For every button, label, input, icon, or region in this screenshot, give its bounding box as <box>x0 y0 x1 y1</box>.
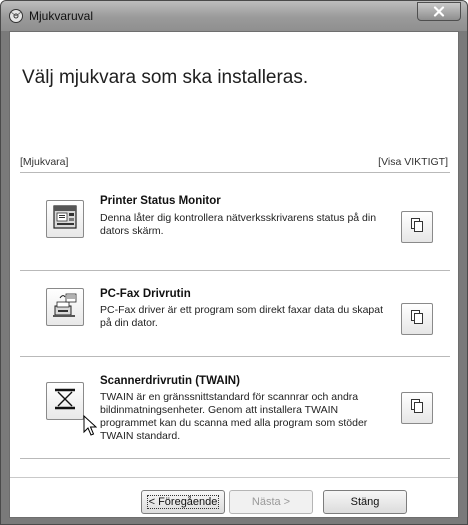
software-disc-icon <box>8 8 24 24</box>
next-button-label: Nästa > <box>251 496 291 508</box>
scanner-driver-title: Scannerdrivrutin (TWAIN) <box>100 375 240 387</box>
page-heading: Välj mjukvara som ska installeras. <box>22 67 309 88</box>
install-scanner-driver-button[interactable] <box>46 382 84 420</box>
back-button-label: < Föregående <box>146 495 220 509</box>
install-printer-status-monitor-button[interactable] <box>46 200 84 238</box>
mouse-pointer-icon <box>83 414 98 437</box>
software-label: [Mjukvara] <box>20 156 69 168</box>
show-important-label: [Visa VIKTIGT] <box>378 156 448 168</box>
close-window-button[interactable] <box>417 2 461 21</box>
close-icon <box>433 6 445 17</box>
next-button[interactable]: Nästa > <box>229 490 313 514</box>
close-button[interactable]: Stäng <box>323 490 407 514</box>
document-icon <box>409 398 425 419</box>
divider <box>20 270 450 271</box>
document-icon <box>409 309 425 330</box>
printer-status-monitor-readme-button[interactable] <box>401 211 433 243</box>
document-icon <box>409 217 425 238</box>
dialog-content: Välj mjukvara som ska installeras. [Mjuk… <box>9 31 459 518</box>
close-button-label: Stäng <box>350 496 380 508</box>
printer-status-monitor-icon <box>51 203 79 236</box>
window-title: Mjukvaruval <box>29 9 94 23</box>
pc-fax-description: PC-Fax driver är ett program som direkt … <box>100 304 384 329</box>
installer-window: Mjukvaruval Välj mjukvara som ska instal… <box>0 0 468 525</box>
pc-fax-title: PC-Fax Drivrutin <box>100 288 191 300</box>
scanner-icon <box>51 385 79 418</box>
printer-status-monitor-description: Denna låter dig kontrollera nätverksskri… <box>100 212 377 237</box>
scanner-driver-readme-button[interactable] <box>401 392 433 424</box>
scanner-driver-description: TWAIN är en gränssnittstandard för scann… <box>100 391 368 442</box>
divider <box>20 356 450 357</box>
printer-status-monitor-title: Printer Status Monitor <box>100 195 221 207</box>
pc-fax-icon <box>51 291 79 324</box>
title-bar[interactable]: Mjukvaruval <box>1 1 467 31</box>
install-pc-fax-button[interactable] <box>46 288 84 326</box>
back-button[interactable]: < Föregående <box>141 490 225 514</box>
pc-fax-readme-button[interactable] <box>401 303 433 335</box>
divider <box>20 172 450 173</box>
divider <box>20 458 450 459</box>
footer-divider <box>10 477 458 478</box>
